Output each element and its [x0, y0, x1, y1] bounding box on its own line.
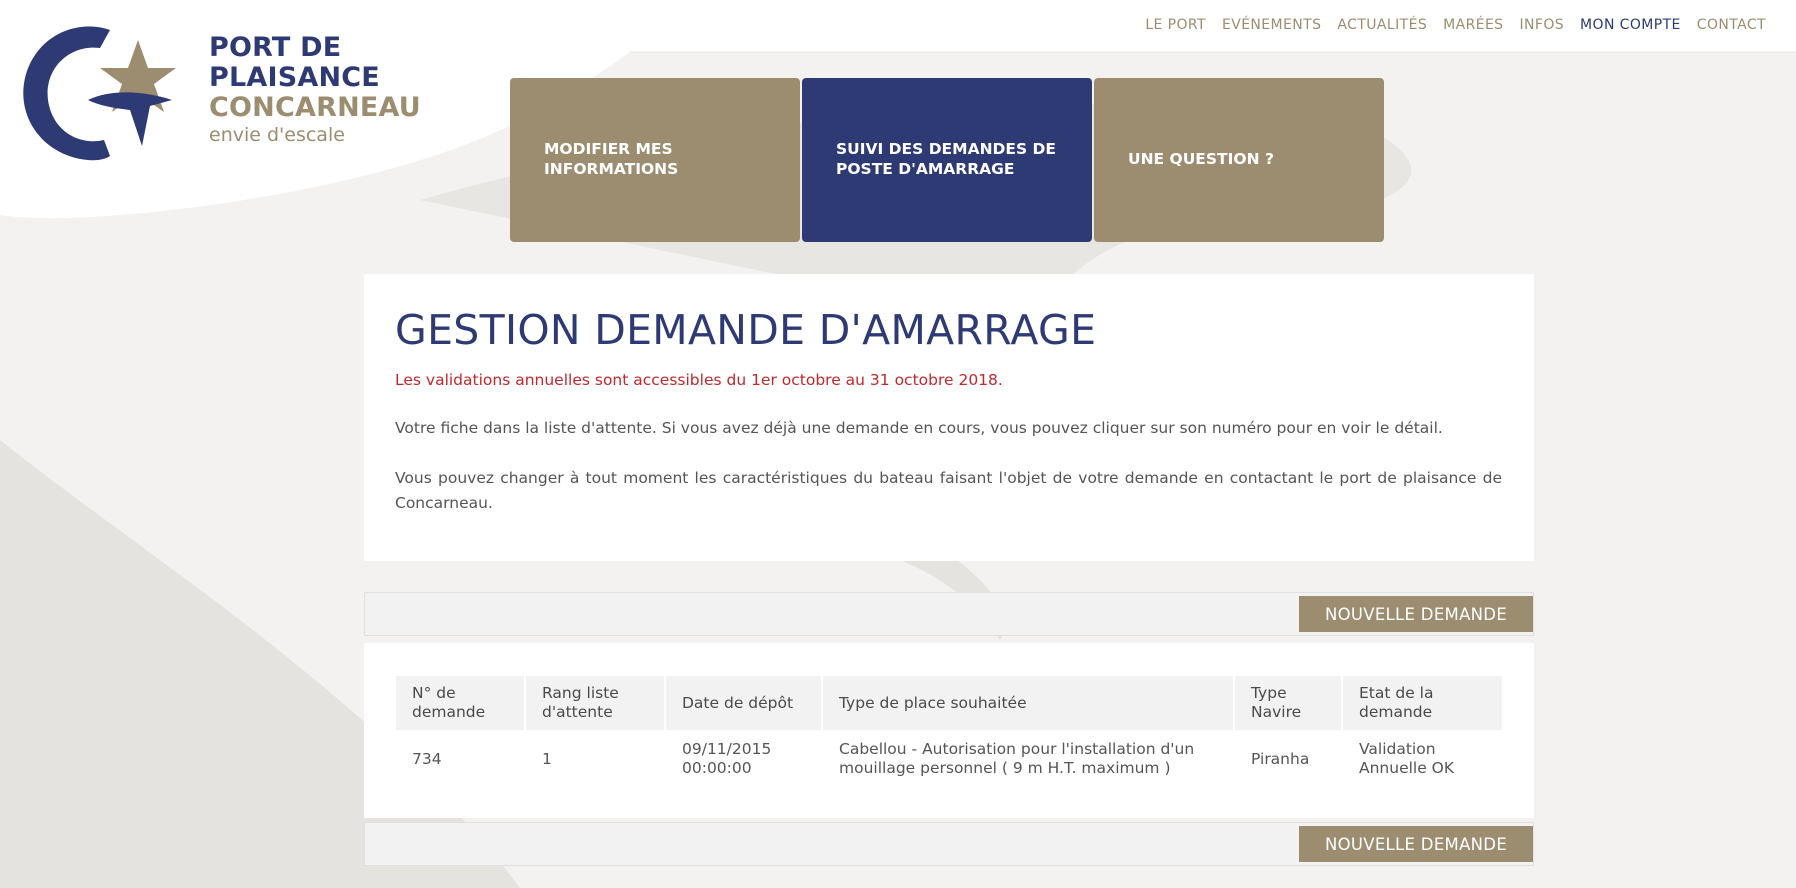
requests-table: N° de demande Rang liste d'attente Date …	[396, 676, 1502, 788]
tile-label: UNE QUESTION ?	[1128, 150, 1274, 168]
action-bar-top: NOUVELLE DEMANDE	[364, 592, 1534, 636]
new-request-button[interactable]: NOUVELLE DEMANDE	[1299, 596, 1533, 632]
main-content-panel: GESTION DEMANDE D'AMARRAGE Les validatio…	[364, 274, 1534, 561]
action-bar-bottom: NOUVELLE DEMANDE	[364, 822, 1534, 866]
main-navigation: LE PORT EVÉNEMENTS ACTUALITÉS MARÉES INF…	[1137, 16, 1774, 34]
logo-line-2: PLAISANCE	[209, 62, 380, 93]
logo-line-1: PORT DE	[209, 32, 342, 63]
column-header-type-navire: Type Navire	[1235, 676, 1343, 730]
column-header-numero: N° de demande	[396, 676, 526, 730]
logo-tagline: envie d'escale	[209, 124, 345, 146]
tile-une-question[interactable]: UNE QUESTION ?	[1094, 78, 1384, 242]
nav-item-contact[interactable]: CONTACT	[1689, 16, 1774, 34]
tile-label: SUIVI DES DEMANDES DE POSTE D'AMARRAGE	[836, 140, 1057, 178]
nav-item-le-port[interactable]: LE PORT	[1137, 16, 1214, 34]
column-header-etat: Etat de la demande	[1343, 676, 1502, 730]
tile-suivi-demandes[interactable]: SUIVI DES DEMANDES DE POSTE D'AMARRAGE	[802, 78, 1092, 242]
nav-item-actualites[interactable]: ACTUALITÉS	[1329, 16, 1435, 34]
column-header-date: Date de dépôt	[666, 676, 823, 730]
request-number-link[interactable]: 734	[412, 750, 442, 768]
nav-item-evenements[interactable]: EVÉNEMENTS	[1214, 16, 1329, 34]
cell-etat: Validation Annuelle OK	[1359, 740, 1455, 777]
table-row: 734 1 09/11/2015 00:00:00 Cabellou - Aut…	[396, 730, 1502, 788]
logo-line-3: CONCARNEAU	[209, 92, 421, 123]
column-header-rang: Rang liste d'attente	[526, 676, 666, 730]
logo-emblem-icon	[23, 26, 176, 161]
cell-date: 09/11/2015 00:00:00	[682, 740, 772, 777]
cell-rang: 1	[542, 749, 552, 768]
site-logo[interactable]: PORT DE PLAISANCE CONCARNEAU envie d'esc…	[18, 22, 421, 162]
nav-item-mon-compte[interactable]: MON COMPTE	[1572, 16, 1689, 34]
table-header-row: N° de demande Rang liste d'attente Date …	[396, 676, 1502, 730]
cell-type-navire: Piranha	[1251, 749, 1310, 768]
cell-numero: 734	[396, 730, 526, 788]
column-header-type-place: Type de place souhaitée	[823, 676, 1235, 730]
account-tiles: MODIFIER MES INFORMATIONS SUIVI DES DEMA…	[510, 78, 1384, 242]
page-title: GESTION DEMANDE D'AMARRAGE	[395, 306, 1097, 354]
nav-item-marees[interactable]: MARÉES	[1435, 16, 1511, 34]
info-paragraph: Vous pouvez changer à tout moment les ca…	[395, 469, 1502, 512]
tile-label: MODIFIER MES INFORMATIONS	[544, 140, 679, 178]
intro-paragraph: Votre fiche dans la liste d'attente. Si …	[395, 419, 1443, 437]
requests-table-panel: N° de demande Rang liste d'attente Date …	[364, 643, 1534, 818]
new-request-button-bottom[interactable]: NOUVELLE DEMANDE	[1299, 826, 1533, 862]
tile-modifier-informations[interactable]: MODIFIER MES INFORMATIONS	[510, 78, 800, 242]
cell-type-place: Cabellou - Autorisation pour l'installat…	[839, 740, 1195, 777]
validation-notice: Les validations annuelles sont accessibl…	[395, 371, 1003, 389]
nav-item-infos[interactable]: INFOS	[1511, 16, 1572, 34]
